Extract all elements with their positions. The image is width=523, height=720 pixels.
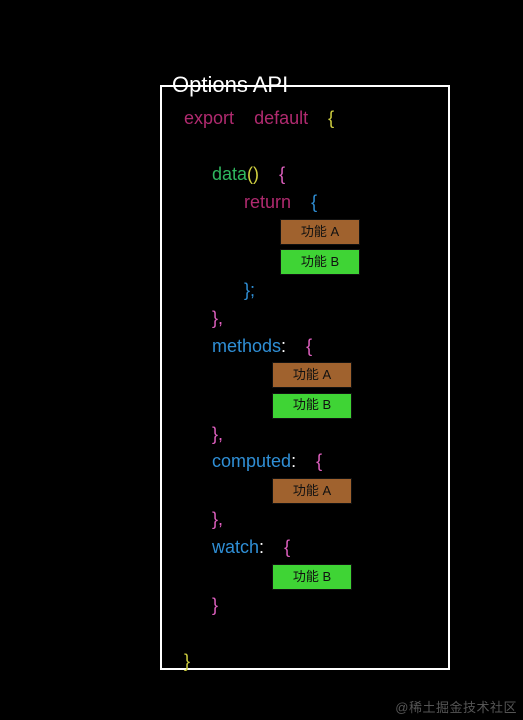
line-watch-close: } (184, 592, 438, 620)
keyword-return: return (244, 192, 291, 212)
feature-tag-a: 功能 A (272, 362, 352, 388)
methods-feature-a-row: 功能 A (184, 360, 438, 390)
brace-open-computed: { (316, 451, 322, 471)
feature-tag-a: 功能 A (280, 219, 360, 245)
line-watch: watch: { (184, 534, 438, 562)
blank-line-2 (184, 620, 438, 648)
brace-close-watch: } (212, 595, 218, 615)
brace-open-methods: { (306, 336, 312, 356)
line-methods-close: }, (184, 421, 438, 449)
keyword-export: export (184, 108, 234, 128)
brace-open-return: { (311, 192, 317, 212)
semicolon: ; (250, 280, 255, 300)
line-main-close: } (184, 648, 438, 676)
code-block: export default { data() { return { 功能 A … (184, 105, 438, 676)
methods-feature-b-row: 功能 B (184, 390, 438, 420)
brace-open-watch: { (284, 537, 290, 557)
line-export: export default { (184, 105, 438, 133)
line-return: return { (184, 189, 438, 217)
watch-feature-b-row: 功能 B (184, 562, 438, 592)
keyword-methods: methods (212, 336, 281, 356)
keyword-data: data (212, 164, 247, 184)
keyword-watch: watch (212, 537, 259, 557)
comma-computed: , (218, 509, 223, 529)
line-computed: computed: { (184, 448, 438, 476)
comma-methods: , (218, 424, 223, 444)
data-feature-b-row: 功能 B (184, 247, 438, 277)
feature-tag-b: 功能 B (280, 249, 360, 275)
line-data-close: }, (184, 305, 438, 333)
computed-feature-a-row: 功能 A (184, 476, 438, 506)
watermark: @稀土掘金技术社区 (395, 697, 517, 716)
comma-data: , (218, 308, 223, 328)
keyword-default: default (254, 108, 308, 128)
line-return-close: }; (184, 277, 438, 305)
data-feature-a-row: 功能 A (184, 217, 438, 247)
feature-tag-b: 功能 B (272, 393, 352, 419)
blank-line-1 (184, 133, 438, 161)
brace-open-data: { (279, 164, 285, 184)
colon-watch: : (259, 537, 264, 557)
brace-open-main: { (328, 108, 334, 128)
line-methods: methods: { (184, 333, 438, 361)
options-api-panel: export default { data() { return { 功能 A … (160, 85, 450, 670)
brace-close-main: } (184, 651, 190, 671)
line-computed-close: }, (184, 506, 438, 534)
feature-tag-a: 功能 A (272, 478, 352, 504)
keyword-computed: computed (212, 451, 291, 471)
line-data: data() { (184, 161, 438, 189)
data-parens: () (247, 164, 259, 184)
colon-computed: : (291, 451, 296, 471)
feature-tag-b: 功能 B (272, 564, 352, 590)
colon-methods: : (281, 336, 286, 356)
